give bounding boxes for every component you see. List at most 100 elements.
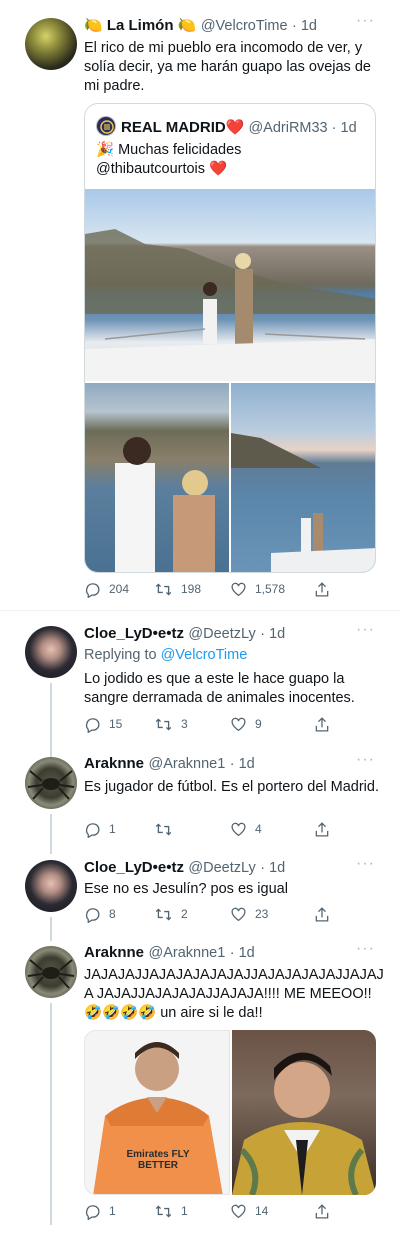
tweet-text: Lo jodido es que a este le hace guapo la… xyxy=(84,671,355,706)
tweet-text: El rico de mi pueblo era incomodo de ver… xyxy=(84,40,371,94)
reply-button[interactable]: 8 xyxy=(84,906,154,923)
heart-icon xyxy=(231,1204,246,1219)
quote-timestamp: · 1d xyxy=(331,120,357,136)
thread-line xyxy=(50,1003,52,1225)
reply-icon xyxy=(85,907,100,923)
more-icon[interactable]: ··· xyxy=(356,621,375,639)
like-count: 14 xyxy=(255,1204,269,1218)
quote-handle: @AdriRM33 xyxy=(248,120,328,136)
user-handle[interactable]: @DeetzLy xyxy=(188,860,255,876)
retweet-icon xyxy=(155,582,172,596)
more-icon[interactable]: ··· xyxy=(356,855,375,873)
reply-count: 1 xyxy=(109,822,116,836)
share-button[interactable] xyxy=(314,906,330,923)
tweet-header: 🍋 La Limón 🍋 @VelcroTime · 1d xyxy=(84,16,317,35)
display-name[interactable]: Cloe_LyD•e•tz xyxy=(84,625,184,642)
reply-count: 1 xyxy=(109,1204,116,1218)
avatar-cloe[interactable] xyxy=(25,860,77,912)
timestamp[interactable]: · 1d xyxy=(230,945,255,961)
user-handle[interactable]: @VelcroTime xyxy=(201,18,288,34)
heart-icon xyxy=(231,582,246,597)
timestamp[interactable]: · 1d xyxy=(292,18,317,34)
heart-icon xyxy=(231,822,246,837)
quote-display-name: REAL MADRID❤️ xyxy=(121,119,245,136)
display-name[interactable]: Araknne xyxy=(84,755,144,772)
tweet-header: Cloe_LyD•e•tz @DeetzLy · 1d xyxy=(84,625,285,643)
share-button[interactable] xyxy=(314,821,330,838)
tweet-text: Es jugador de fútbol. Es el portero del … xyxy=(84,779,379,795)
heart-icon xyxy=(231,907,246,922)
reply-button[interactable]: 15 xyxy=(84,716,154,733)
like-button[interactable]: 9 xyxy=(230,716,314,732)
reply-icon xyxy=(85,582,100,598)
display-name[interactable]: 🍋 La Limón 🍋 xyxy=(84,17,196,34)
avatar-araknne[interactable] xyxy=(25,757,77,809)
display-name[interactable]: Cloe_LyD•e•tz xyxy=(84,859,184,876)
tweet-image-jesulin[interactable] xyxy=(232,1030,376,1195)
thread-line xyxy=(50,683,52,763)
reply-icon xyxy=(85,1204,100,1220)
like-button[interactable]: 1,578 xyxy=(230,581,314,597)
reply-count: 204 xyxy=(109,582,130,596)
tweet-actions: 8 2 23 xyxy=(84,905,376,923)
tweet-actions: 1 4 xyxy=(84,820,376,838)
avatar-araknne[interactable] xyxy=(25,946,77,998)
tweet-header: Cloe_LyD•e•tz @DeetzLy · 1d xyxy=(84,859,285,877)
like-count: 23 xyxy=(255,907,269,921)
share-icon xyxy=(315,1203,329,1219)
timestamp[interactable]: · 1d xyxy=(260,860,285,876)
avatar-cloe[interactable] xyxy=(25,626,77,678)
quote-tweet-card[interactable]: REAL MADRID❤️ @AdriRM33 · 1d 🎉 Muchas fe… xyxy=(84,103,376,573)
user-handle[interactable]: @Araknne1 xyxy=(148,945,225,961)
replying-handle-link[interactable]: @VelcroTime xyxy=(161,647,248,663)
reply-button[interactable]: 1 xyxy=(84,1203,154,1220)
share-button[interactable] xyxy=(314,581,330,598)
jersey-sponsor-text: Emirates FLY BETTER xyxy=(126,1149,190,1171)
reply-button[interactable]: 1 xyxy=(84,821,154,838)
like-button[interactable]: 14 xyxy=(230,1203,314,1219)
retweet-icon xyxy=(155,907,172,921)
divider xyxy=(0,610,400,611)
tweet-text: JAJAJAJJAJAJAJAJAJAJJAJAJAJAJAJJAJAJA JA… xyxy=(84,967,384,1021)
quote-text: 🎉 Muchas felicidades @thibautcourtois ❤️ xyxy=(96,142,242,177)
quote-photo-sea[interactable] xyxy=(231,383,375,572)
share-icon xyxy=(315,581,329,597)
tweet-actions: 1 1 14 xyxy=(84,1202,376,1220)
retweet-button[interactable]: 2 xyxy=(154,906,230,923)
tweet-header: Araknne @Araknne1 · 1d xyxy=(84,755,255,773)
share-button[interactable] xyxy=(314,1203,330,1220)
like-button[interactable]: 23 xyxy=(230,906,314,922)
retweet-count: 3 xyxy=(181,717,188,731)
tweet-image-courtois[interactable]: Emirates FLY BETTER xyxy=(84,1030,230,1195)
user-handle[interactable]: @DeetzLy xyxy=(188,626,255,642)
retweet-button[interactable]: 1 xyxy=(154,1203,230,1220)
share-icon xyxy=(315,906,329,922)
share-icon xyxy=(315,821,329,837)
like-count: 1,578 xyxy=(255,582,286,596)
thread-line xyxy=(50,814,52,854)
share-icon xyxy=(315,716,329,732)
retweet-button[interactable]: 198 xyxy=(154,581,230,598)
like-button[interactable]: 4 xyxy=(230,821,314,837)
more-icon[interactable]: ··· xyxy=(356,751,375,769)
retweet-button[interactable] xyxy=(154,821,230,838)
reply-icon xyxy=(85,822,100,838)
display-name[interactable]: Araknne xyxy=(84,944,144,961)
timestamp[interactable]: · 1d xyxy=(230,756,255,772)
more-icon[interactable]: ··· xyxy=(356,12,375,30)
replying-to: Replying to @VelcroTime xyxy=(84,647,247,663)
user-handle[interactable]: @Araknne1 xyxy=(148,756,225,772)
tweet-actions: 204 198 1,578 xyxy=(84,580,376,598)
reply-button[interactable]: 204 xyxy=(84,581,154,598)
more-icon[interactable]: ··· xyxy=(356,940,375,958)
tweet-header: Araknne @Araknne1 · 1d xyxy=(84,944,255,962)
retweet-button[interactable]: 3 xyxy=(154,716,230,733)
retweet-icon xyxy=(155,717,172,731)
timestamp[interactable]: · 1d xyxy=(260,626,285,642)
quote-photo-couple[interactable] xyxy=(85,383,229,572)
quote-photo-proposal[interactable] xyxy=(85,189,375,381)
replying-label: Replying to xyxy=(84,647,157,663)
avatar-la-limon[interactable] xyxy=(25,18,77,70)
heart-icon xyxy=(231,717,246,732)
share-button[interactable] xyxy=(314,716,330,733)
